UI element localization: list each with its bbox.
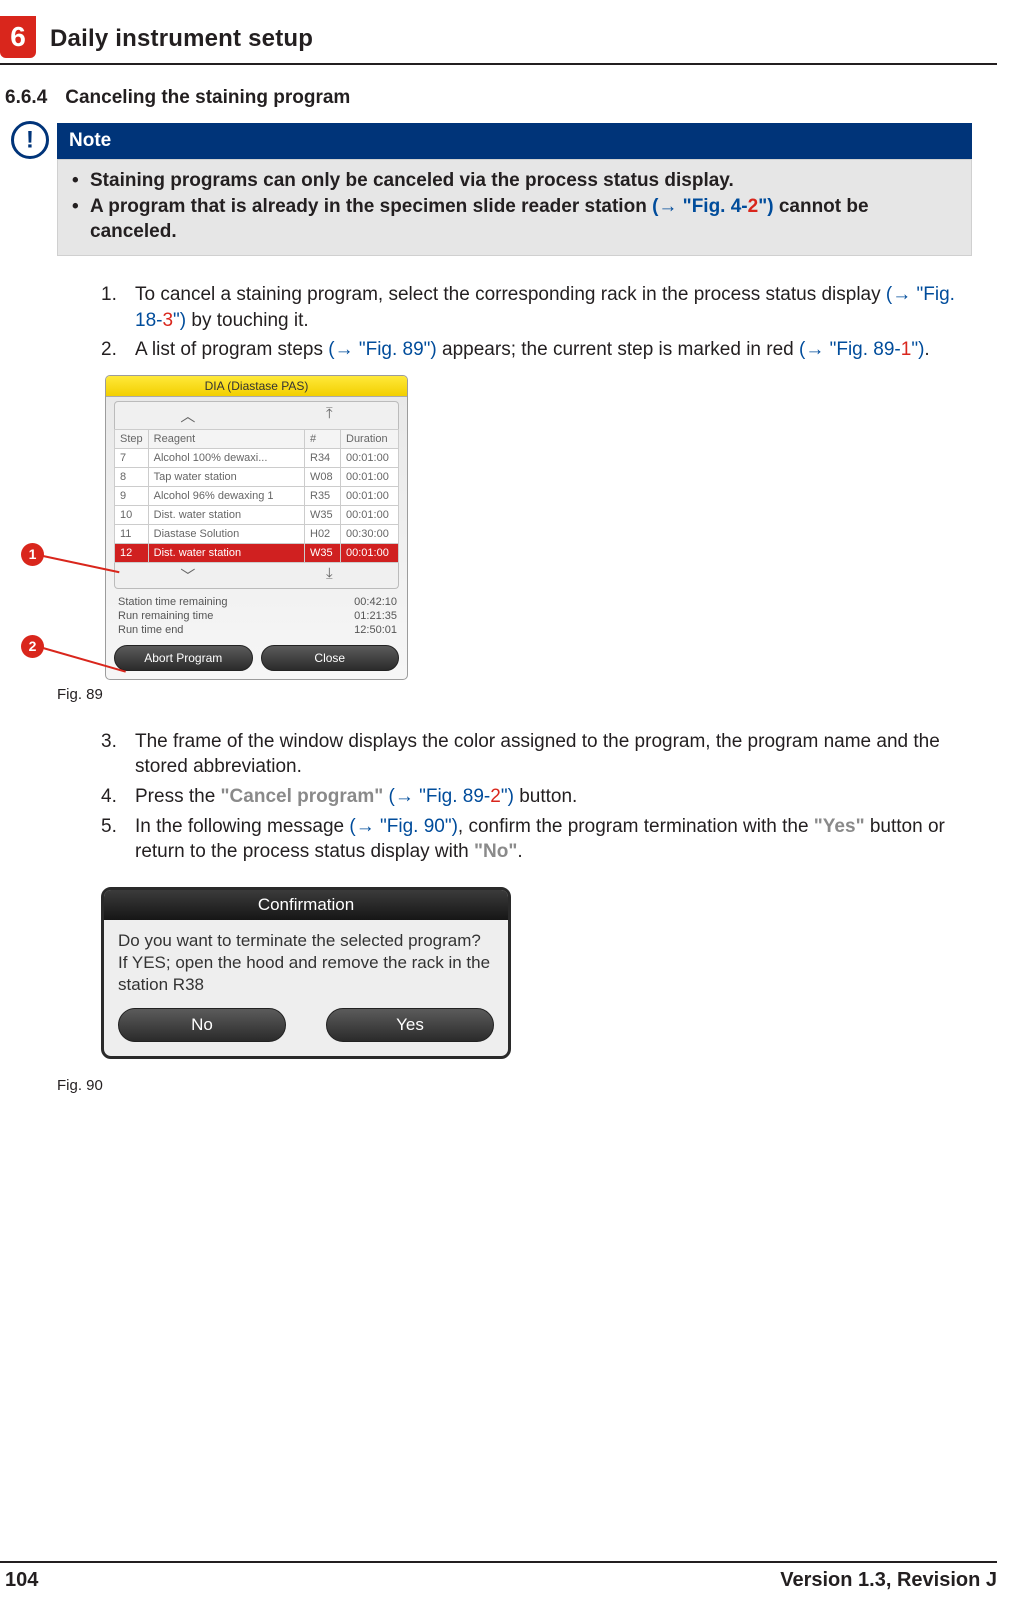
note-box: ! Note Staining programs can only be can… <box>57 123 972 256</box>
note-bullet: Staining programs can only be canceled v… <box>72 168 957 194</box>
abort-program-button[interactable]: Abort Program <box>114 645 253 671</box>
th-step: Step <box>115 429 149 448</box>
yes-button[interactable]: Yes <box>326 1008 494 1042</box>
table-row[interactable]: 8Tap water stationW0800:01:00 <box>115 467 399 486</box>
page-header: 6 Daily instrument setup <box>0 15 997 65</box>
page-footer: 104 Version 1.3, Revision J <box>0 1561 997 1592</box>
fig89-caption: Fig. 89 <box>57 686 982 703</box>
section-heading: 6.6.4 Canceling the staining program <box>5 87 982 109</box>
note-bullet: A program that is already in the specime… <box>72 194 957 245</box>
fig89-table: Step Reagent # Duration 7Alcohol 100% de… <box>114 429 399 563</box>
th-duration: Duration <box>341 429 399 448</box>
svg-text:!: ! <box>26 127 34 153</box>
info-icon: ! <box>11 121 49 159</box>
table-row[interactable]: 9Alcohol 96% dewaxing 1R3500:01:00 <box>115 486 399 505</box>
page-number: 104 <box>5 1569 38 1592</box>
table-row[interactable]: 12Dist. water stationW3500:01:00 <box>115 543 399 562</box>
list-item: In the following message (→ "Fig. 90"), … <box>101 814 982 865</box>
no-button[interactable]: No <box>118 1008 286 1042</box>
fig90-dialog: Confirmation Do you want to terminate th… <box>101 887 511 1059</box>
step-list-a: To cancel a staining program, select the… <box>101 282 982 363</box>
scroll-up-bar[interactable]: ︿ ⤒ <box>114 401 399 429</box>
list-item: A list of program steps (→ "Fig. 89") ap… <box>101 337 982 363</box>
chevron-top-icon: ⤒ <box>326 405 333 426</box>
fig90-title: Confirmation <box>104 890 508 920</box>
chevron-bottom-icon: ⤓ <box>326 565 333 586</box>
note-label: Note <box>69 130 111 152</box>
chapter-title: Daily instrument setup <box>50 25 313 53</box>
chapter-badge: 6 <box>0 16 36 58</box>
list-item: To cancel a staining program, select the… <box>101 282 982 333</box>
fig90-body: Do you want to terminate the selected pr… <box>104 920 508 1000</box>
list-item: Press the "Cancel program" (→ "Fig. 89-2… <box>101 784 982 810</box>
section-number: 6.6.4 <box>5 87 47 109</box>
fig90-caption: Fig. 90 <box>57 1077 982 1094</box>
scroll-down-bar[interactable]: ﹀ ⤓ <box>114 563 399 589</box>
table-row[interactable]: 10Dist. water stationW3500:01:00 <box>115 505 399 524</box>
fig89-times: Station time remaining00:42:10 Run remai… <box>106 589 407 641</box>
step-list-b: The frame of the window displays the col… <box>101 729 982 865</box>
fig89-screenshot: DIA (Diastase PAS) ︿ ⤒ Step Reagent # Du… <box>105 375 408 680</box>
th-reagent: Reagent <box>148 429 304 448</box>
version-label: Version 1.3, Revision J <box>780 1569 997 1592</box>
list-item: The frame of the window displays the col… <box>101 729 982 780</box>
section-title: Canceling the staining program <box>65 87 350 109</box>
callout-badge-2: 2 <box>21 635 44 658</box>
fig89-title: DIA (Diastase PAS) <box>106 376 407 397</box>
chevron-down-icon: ﹀ <box>180 565 195 586</box>
callout-badge-1: 1 <box>21 543 44 566</box>
chevron-up-icon: ︿ <box>180 405 195 426</box>
th-num: # <box>305 429 341 448</box>
table-row[interactable]: 7Alcohol 100% dewaxi...R3400:01:00 <box>115 448 399 467</box>
close-button[interactable]: Close <box>261 645 400 671</box>
table-row[interactable]: 11Diastase SolutionH0200:30:00 <box>115 524 399 543</box>
